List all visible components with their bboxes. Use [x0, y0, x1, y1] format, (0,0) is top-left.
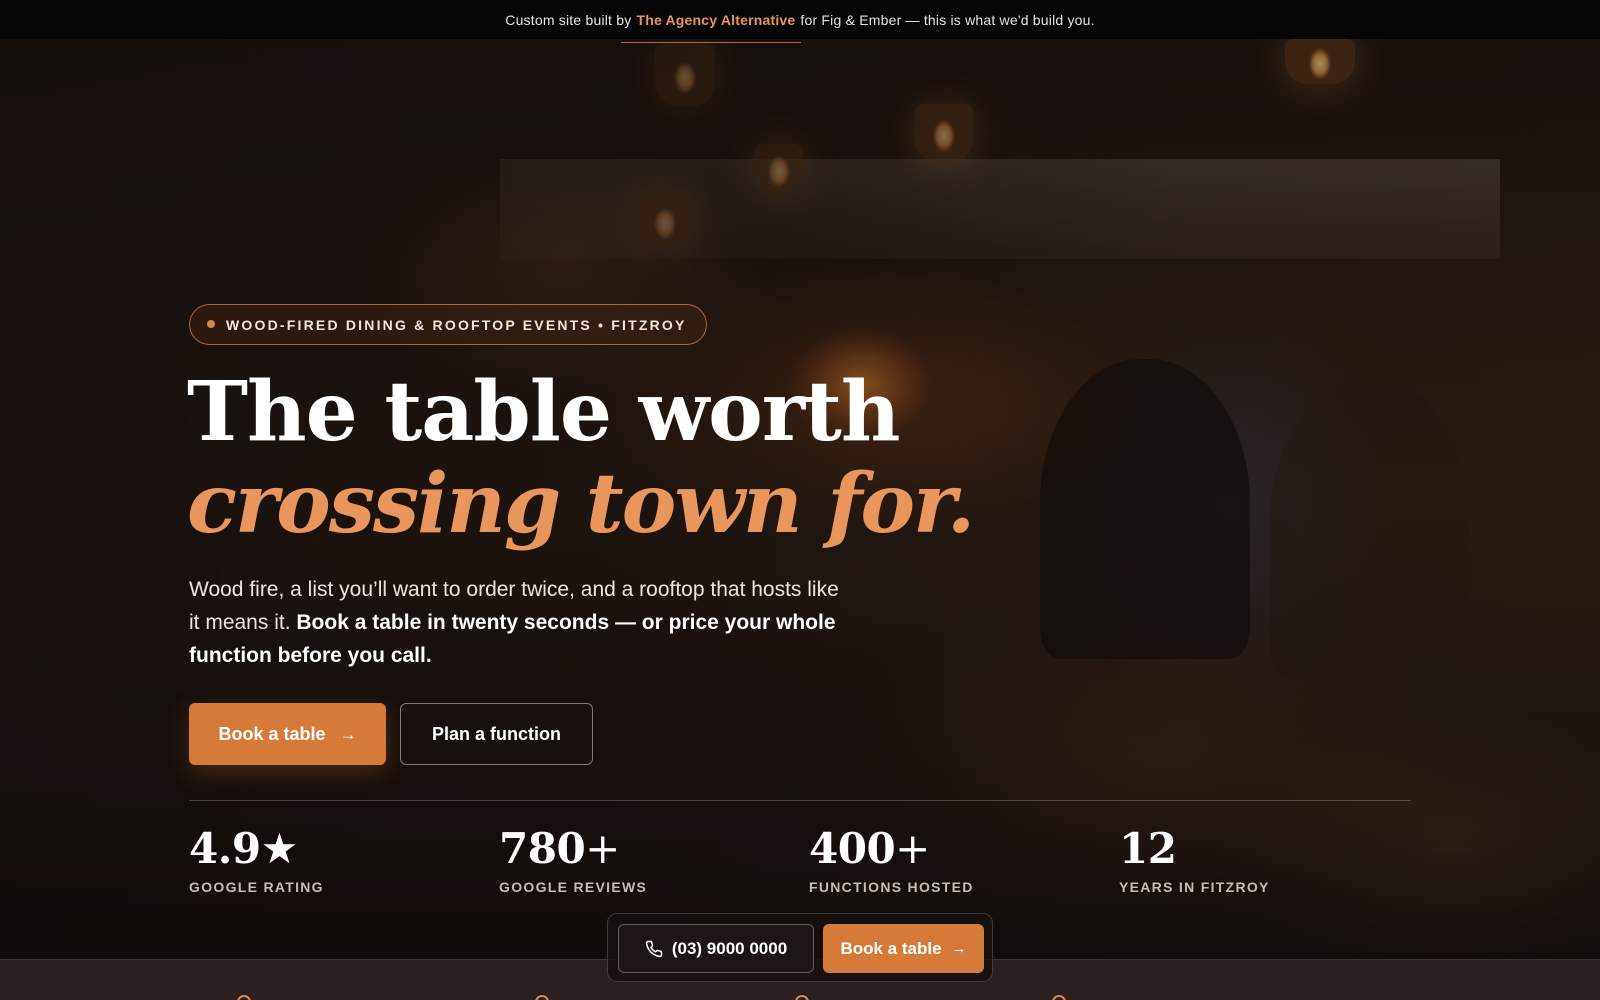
stat-label: FUNCTIONS HOSTED: [809, 879, 974, 895]
stats-divider: [189, 800, 1411, 801]
arrow-right-icon: →: [339, 724, 357, 744]
phone-number: (03) 9000 0000: [671, 938, 788, 958]
floating-action-bar: (03) 9000 0000 Book a table →: [607, 913, 993, 982]
dot-icon: [207, 320, 215, 328]
star-icon: ★: [260, 824, 299, 873]
announcement-bar: Custom site built by The Agency Alternat…: [0, 0, 1600, 39]
badge-text: WOOD-FIRED DINING & ROOFTOP EVENTS • FIT…: [226, 316, 687, 333]
book-table-label: Book a table: [218, 723, 326, 744]
headline-line-2: crossing town for.: [187, 456, 975, 552]
nav-underline: [621, 42, 801, 43]
announcement-suffix: for Fig & Ember — this is what we'd buil…: [800, 11, 1095, 28]
stat-label: YEARS IN FITZROY: [1119, 879, 1270, 895]
stat-google-rating: 4.9★ GOOGLE RATING: [189, 820, 489, 895]
floating-book-label: Book a table: [840, 938, 942, 958]
stat-years-in-fitzroy: 12 YEARS IN FITZROY: [1119, 820, 1419, 895]
hero-badge: WOOD-FIRED DINING & ROOFTOP EVENTS • FIT…: [189, 304, 707, 345]
stat-value: 400+: [809, 824, 930, 873]
stat-google-reviews: 780+ GOOGLE REVIEWS: [499, 820, 799, 895]
stat-value: 4.9★: [189, 824, 299, 873]
hero-headline: The table worth crossing town for.: [187, 366, 987, 550]
floating-book-table-button[interactable]: Book a table →: [823, 924, 984, 973]
plan-function-button[interactable]: Plan a function: [400, 703, 593, 765]
call-button[interactable]: (03) 9000 0000: [618, 924, 814, 973]
stat-functions-hosted: 400+ FUNCTIONS HOSTED: [809, 820, 1109, 895]
stat-value: 12: [1119, 824, 1177, 873]
announcement-prefix: Custom site built by: [505, 11, 632, 28]
book-table-button[interactable]: Book a table →: [189, 703, 386, 765]
plan-function-label: Plan a function: [431, 723, 561, 744]
stat-label: GOOGLE REVIEWS: [499, 879, 648, 895]
headline-line-1: The table worth: [187, 364, 901, 460]
agency-link[interactable]: The Agency Alternative: [636, 12, 795, 28]
arrow-right-icon: →: [951, 940, 967, 957]
stat-label: GOOGLE RATING: [189, 879, 324, 895]
stat-value: 780+: [499, 824, 620, 873]
phone-icon: [645, 940, 663, 957]
hero-subtitle: Wood fire, a list you’ll want to order t…: [189, 573, 849, 672]
